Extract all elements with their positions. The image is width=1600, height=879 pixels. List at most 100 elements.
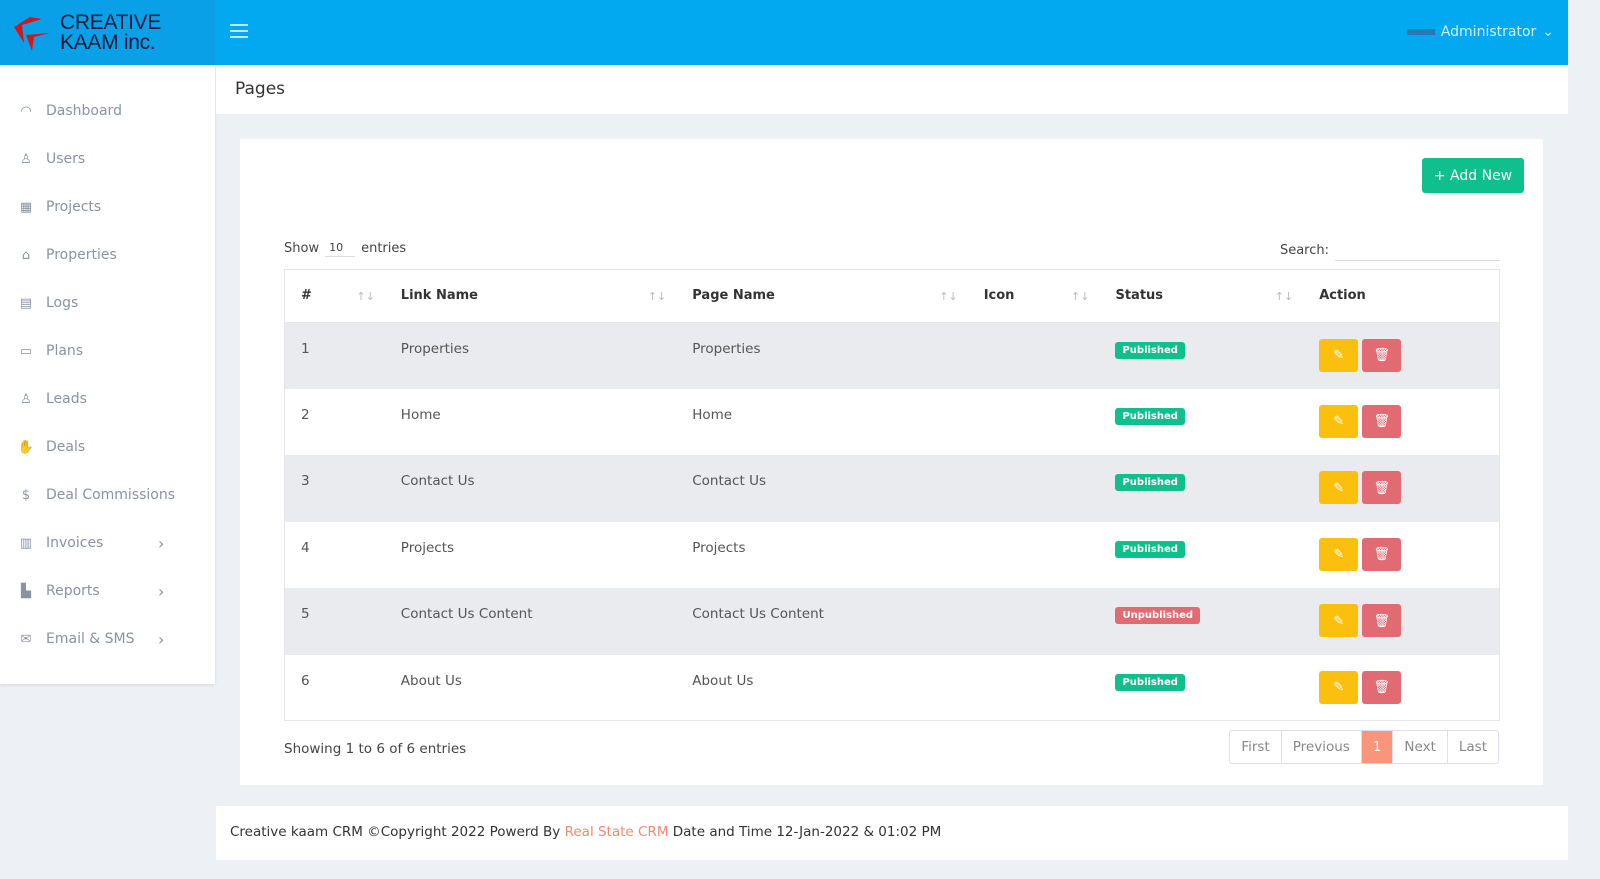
grid-icon: ▦: [19, 199, 33, 215]
page-next-button[interactable]: Next: [1393, 731, 1448, 763]
row-number: 4: [301, 539, 310, 556]
sidebar-item-logs[interactable]: ▤ Logs: [0, 279, 215, 327]
pencil-icon: ✎: [1333, 479, 1345, 495]
table-row: 5 Contact Us Content Contact Us Content …: [285, 588, 1499, 655]
avatar: [1406, 29, 1435, 35]
page-first-button[interactable]: First: [1230, 731, 1282, 763]
delete-button[interactable]: 🗑︎: [1362, 471, 1402, 504]
mail-icon: ✉: [20, 631, 32, 647]
link-name: Home: [400, 406, 441, 423]
sidebar-item-label: Deal Commissions: [46, 487, 176, 503]
length-control: Show 10 entries: [284, 239, 406, 257]
pencil-icon: ✎: [1333, 546, 1345, 561]
sidebar-item-label: Logs: [46, 295, 79, 311]
sort-icon[interactable]: ↑↓: [648, 290, 666, 303]
link-name: Properties: [384, 322, 677, 389]
pencil-icon: ✎: [1333, 347, 1345, 362]
row-number: 3: [285, 455, 385, 522]
delete-button[interactable]: 🗑︎: [1362, 404, 1402, 438]
dashboard-icon: ◠: [20, 103, 32, 119]
column-header[interactable]: # ↑↓: [285, 270, 385, 323]
page-name: Home: [692, 406, 733, 423]
pencil-icon: ✎: [1333, 413, 1345, 428]
column-header[interactable]: Icon ↑↓: [967, 270, 1100, 323]
sidebar-item-label: Properties: [46, 247, 117, 263]
sidebar-item-projects[interactable]: ▦ Projects: [0, 183, 215, 231]
user-menu[interactable]: Administrator ⌄: [1406, 24, 1554, 40]
entries-select[interactable]: 10: [325, 239, 356, 257]
search-input[interactable]: [1335, 239, 1500, 261]
edit-button[interactable]: ✎: [1319, 338, 1359, 372]
trash-icon: 🗑︎: [1373, 679, 1390, 694]
edit-button[interactable]: ✎: [1319, 537, 1359, 571]
top-bar: CREATIVE KAAM inc. Administrator ⌄: [0, 0, 1568, 65]
icon-cell: [967, 588, 1100, 655]
sidebar-item-label: Dashboard: [46, 103, 122, 119]
user-icon: ♙: [20, 151, 32, 167]
page-name: Projects: [692, 539, 746, 556]
sort-icon[interactable]: ↑↓: [939, 290, 957, 303]
table-scroll[interactable]: # ↑↓ Link Name ↑↓ Page Name ↑↓ Icon ↑↓ Status ↑↓ A…: [284, 269, 1500, 721]
sort-icon[interactable]: ↑↓: [1071, 290, 1089, 303]
delete-button[interactable]: 🗑︎: [1362, 537, 1402, 571]
status-badge: Published: [1115, 474, 1185, 491]
add-new-button[interactable]: + Add New: [1422, 158, 1524, 193]
briefcase-icon: ▭: [19, 343, 33, 359]
sidebar-item-properties[interactable]: ⌂ Properties: [0, 231, 215, 279]
edit-button[interactable]: ✎: [1319, 471, 1359, 504]
pencil-icon: ✎: [1333, 612, 1345, 628]
page-1-button[interactable]: 1: [1361, 731, 1394, 763]
menu-toggle-icon[interactable]: [230, 24, 248, 42]
status-badge: Published: [1115, 540, 1185, 558]
sidebar-item-email-sms[interactable]: ✉ Email & SMS ›: [0, 615, 215, 663]
edit-button[interactable]: ✎: [1319, 604, 1359, 637]
sidebar-item-invoices[interactable]: ▥ Invoices ›: [0, 519, 215, 567]
page-last-button[interactable]: Last: [1448, 731, 1498, 763]
sidebar-item-users[interactable]: ♙ Users: [0, 135, 215, 183]
sidebar-item-deals[interactable]: ✋ Deals: [0, 423, 215, 471]
sidebar-item-plans[interactable]: ▭ Plans: [0, 327, 215, 375]
trash-icon: 🗑︎: [1373, 612, 1390, 628]
icon-cell: [968, 389, 1100, 456]
table-row: 6 About Us About Us Published ✎ 🗑︎: [285, 655, 1499, 721]
table-row: 3 Contact Us Contact Us Published ✎ 🗑︎: [285, 455, 1499, 522]
page-previous-button[interactable]: Previous: [1282, 731, 1362, 763]
entries-label: entries: [361, 240, 407, 256]
edit-button[interactable]: ✎: [1319, 404, 1359, 438]
sidebar-item-deal-commissions[interactable]: $ Deal Commissions: [0, 471, 215, 519]
link-name: Contact Us Content: [384, 588, 677, 655]
trash-icon: 🗑︎: [1373, 413, 1390, 428]
sidebar-item-leads[interactable]: ♙ Leads: [0, 375, 215, 423]
delete-button[interactable]: 🗑︎: [1362, 604, 1402, 637]
edit-button[interactable]: ✎: [1319, 670, 1359, 704]
page-name: Contact Us Content: [676, 588, 968, 655]
chart-icon: ▙: [21, 583, 31, 599]
column-header[interactable]: Link Name ↑↓: [384, 270, 677, 323]
brand-line2: KAAM inc.: [60, 30, 156, 54]
footer-datetime: Date and Time 12-Jan-2022 & 01:02 PM: [668, 824, 942, 840]
icon-cell: [967, 322, 1100, 389]
page-name: Properties: [676, 322, 968, 389]
delete-button[interactable]: 🗑︎: [1362, 670, 1402, 704]
sidebar-item-reports[interactable]: ▙ Reports ›: [0, 567, 215, 615]
sidebar-item-label: Users: [46, 151, 86, 167]
pages-card: + Add New Show 10 entries Search: # ↑↓ Lin…: [240, 139, 1543, 785]
pages-table: # ↑↓ Link Name ↑↓ Page Name ↑↓ Icon ↑↓ Status ↑↓ A…: [285, 270, 1499, 721]
column-header[interactable]: Status ↑↓: [1099, 270, 1304, 323]
column-header[interactable]: Page Name ↑↓: [676, 270, 968, 323]
chevron-right-icon: ›: [158, 581, 165, 601]
trash-icon: 🗑︎: [1373, 479, 1390, 495]
sidebar-item-dashboard[interactable]: ◠ Dashboard: [0, 87, 215, 135]
footer: Creative kaam CRM ©Copyright 2022 Powerd…: [216, 806, 1568, 860]
sort-icon[interactable]: ↑↓: [356, 290, 374, 303]
status-badge: Published: [1115, 673, 1185, 691]
pencil-icon: ✎: [1333, 679, 1345, 694]
footer-link[interactable]: Real State CRM: [565, 824, 669, 840]
chevron-right-icon: ›: [158, 533, 165, 553]
logo-mark-icon: [14, 16, 50, 51]
logo[interactable]: CREATIVE KAAM inc.: [0, 0, 215, 65]
page-title: Pages: [216, 65, 1568, 114]
delete-button[interactable]: 🗑︎: [1362, 338, 1402, 372]
link-name: About Us: [400, 672, 462, 689]
sort-icon[interactable]: ↑↓: [1275, 290, 1293, 303]
